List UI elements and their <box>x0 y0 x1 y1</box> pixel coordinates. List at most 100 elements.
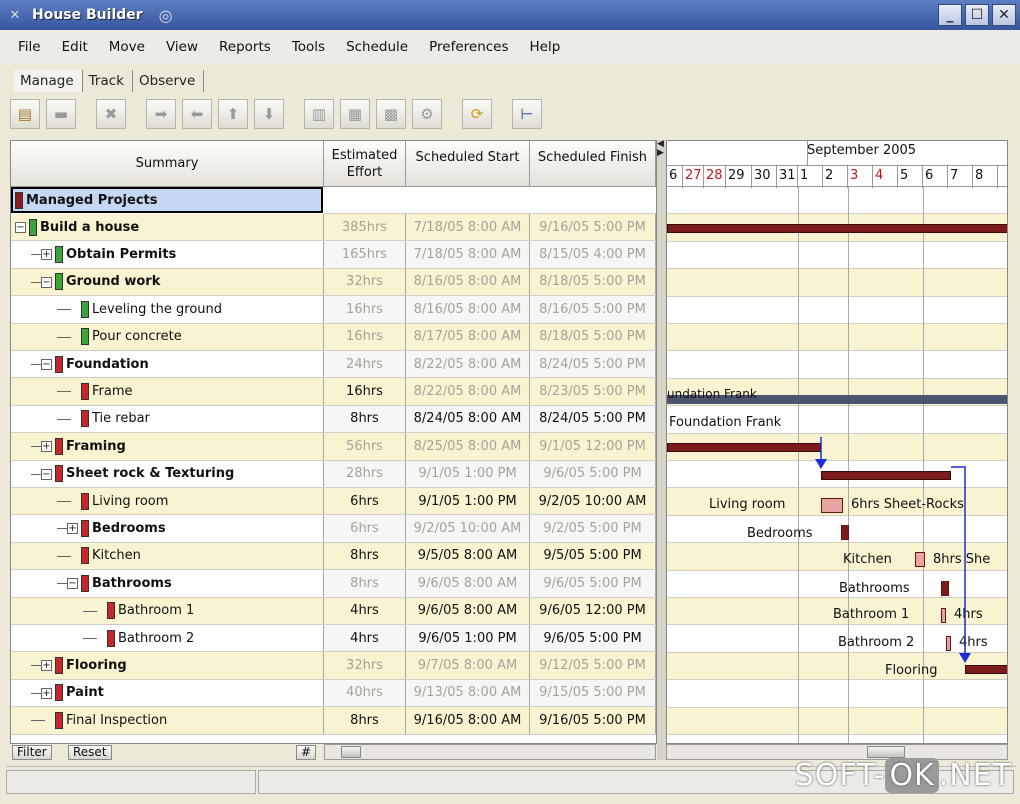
menu-reports[interactable]: Reports <box>219 39 271 55</box>
finish-cell: 9/6/05 12:00 PM <box>530 597 656 624</box>
start-cell: 8/22/05 8:00 AM <box>406 351 530 378</box>
task-name: Final Inspection <box>66 712 168 728</box>
summary-cell: + Paint <box>11 679 324 707</box>
column-header-summary[interactable]: Summary <box>11 141 324 187</box>
tree-connector <box>57 391 71 393</box>
table-scroll-thumb[interactable] <box>341 746 361 758</box>
watermark-ok: OK <box>885 758 939 793</box>
column-header-finish[interactable]: Scheduled Finish <box>530 141 656 187</box>
table-row[interactable]: − Sheet rock & Texturing 28hrs 9/1/05 1:00 … <box>11 460 656 488</box>
summary-cell: − Sheet rock & Texturing <box>11 460 324 487</box>
task-name: Obtain Permits <box>66 247 177 263</box>
summary-cell: Living room <box>11 488 324 515</box>
table-row[interactable]: + Bedrooms 6hrs 9/2/05 10:00 AM 9/2/05 5:00 … <box>11 515 656 543</box>
root-row[interactable]: Managed Projects <box>11 187 323 213</box>
close-button[interactable]: ✕ <box>992 4 1016 26</box>
table-row[interactable]: Frame 16hrs 8/22/05 8:00 AM 8/23/05 5:00 PM <box>11 378 656 406</box>
task-name: Sheet rock & Texturing <box>66 466 235 482</box>
table-scrollbar[interactable] <box>324 744 656 760</box>
column-chooser-button[interactable]: # <box>296 745 317 760</box>
column-header-effort[interactable]: Estimated Effort <box>324 141 406 187</box>
move-left-icon[interactable]: ⬅ <box>182 99 212 129</box>
minimize-button[interactable]: _ <box>938 4 962 26</box>
maximize-button[interactable]: ☐ <box>965 4 989 26</box>
delete-icon[interactable]: ✖ <box>96 99 126 129</box>
tab-observe[interactable]: Observe <box>133 70 205 92</box>
menu-help[interactable]: Help <box>530 39 561 55</box>
move-up-icon[interactable]: ⬆ <box>218 99 248 129</box>
menu-preferences[interactable]: Preferences <box>429 39 508 55</box>
move-right-icon[interactable]: ➡ <box>146 99 176 129</box>
effort-cell: 8hrs <box>324 405 406 433</box>
start-cell: 8/16/05 8:00 AM <box>406 268 530 296</box>
table-row[interactable]: − Foundation 24hrs 8/22/05 8:00 AM 8/24/05 5… <box>11 351 656 379</box>
flag-icon <box>55 465 63 483</box>
table-row[interactable]: Bathroom 1 4hrs 9/6/05 8:00 AM 9/6/05 12:00… <box>11 597 656 625</box>
start-cell: 8/25/05 8:00 AM <box>406 433 530 460</box>
finish-cell: 9/15/05 5:00 PM <box>530 679 656 707</box>
table-row[interactable]: + Paint 40hrs 9/13/05 8:00 AM 9/15/05 5:00 P… <box>11 679 656 708</box>
column-header-start[interactable]: Scheduled Start <box>406 141 530 187</box>
new-icon[interactable]: ▤ <box>10 99 40 129</box>
flag-icon <box>107 602 115 620</box>
gantt-scroll-thumb[interactable] <box>867 746 905 758</box>
collapse-icon[interactable]: − <box>41 276 52 288</box>
collapse-icon[interactable]: − <box>67 578 78 590</box>
menu-view[interactable]: View <box>166 39 198 55</box>
expand-icon[interactable]: + <box>67 523 78 535</box>
table-row[interactable]: Final Inspection 8hrs 9/16/05 8:00 AM 9/16/… <box>11 707 656 735</box>
expand-icon[interactable]: + <box>41 687 52 699</box>
table-row[interactable]: Bathroom 2 4hrs 9/6/05 1:00 PM 9/6/05 5:00 … <box>11 625 656 653</box>
cut-icon[interactable]: ▩ <box>376 99 406 129</box>
task-name: Build a house <box>40 219 140 235</box>
finish-cell: 8/16/05 5:00 PM <box>530 296 656 323</box>
collapse-icon[interactable]: − <box>41 359 52 370</box>
table-row[interactable]: − Build a house 385hrs 7/18/05 8:00 AM 9/16/… <box>11 214 656 242</box>
link-icon[interactable]: ⚙ <box>412 99 442 129</box>
open-icon[interactable]: ▬ <box>46 99 76 129</box>
expand-icon[interactable]: + <box>41 249 52 261</box>
table-row[interactable]: Pour concrete 16hrs 8/17/05 8:00 AM 8/18/05… <box>11 323 656 351</box>
table-row[interactable]: + Framing 56hrs 8/25/05 8:00 AM 9/1/05 12:00… <box>11 433 656 461</box>
finish-cell: 9/16/05 5:00 PM <box>530 707 656 734</box>
table-row[interactable]: Tie rebar 8hrs 8/24/05 8:00 AM 8/24/05 5:00… <box>11 405 656 434</box>
filter-button[interactable]: Filter <box>12 745 52 760</box>
refresh-icon[interactable]: ⟳ <box>462 99 492 129</box>
table-row[interactable]: Living room 6hrs 9/1/05 1:00 PM 9/2/05 10:0… <box>11 488 656 516</box>
table-row[interactable]: Leveling the ground 16hrs 8/16/05 8:00 AM 8… <box>11 296 656 324</box>
tab-track[interactable]: Track <box>83 70 133 92</box>
expand-icon[interactable]: + <box>41 441 52 453</box>
collapse-icon[interactable]: − <box>15 222 26 233</box>
copy-icon[interactable]: ▥ <box>304 99 334 129</box>
finish-cell: 8/23/05 5:00 PM <box>530 378 656 405</box>
tab-manage[interactable]: Manage <box>14 70 83 92</box>
table-row[interactable]: − Bathrooms 8hrs 9/6/05 8:00 AM 9/6/05 5:00 … <box>11 570 656 598</box>
flag-icon <box>107 629 115 647</box>
table-row[interactable]: + Flooring 32hrs 9/7/05 8:00 AM 9/12/05 5:00… <box>11 652 656 680</box>
paste-icon[interactable]: ▦ <box>340 99 370 129</box>
tree-icon[interactable]: ⊢ <box>512 99 542 129</box>
move-down-icon[interactable]: ⬇ <box>254 99 284 129</box>
root-label: Managed Projects <box>26 192 158 208</box>
menu-file[interactable]: File <box>18 39 41 55</box>
table-row[interactable]: + Obtain Permits 165hrs 7/18/05 8:00 AM 8/15… <box>11 241 656 269</box>
table-row[interactable]: Kitchen 8hrs 9/5/05 8:00 AM 9/5/05 5:00 PM <box>11 542 656 571</box>
menu-schedule[interactable]: Schedule <box>346 39 408 55</box>
tree-connector <box>83 638 97 639</box>
watermark-post: .NET <box>938 758 1012 793</box>
start-cell: 8/22/05 8:00 AM <box>406 378 530 405</box>
table-row[interactable]: − Ground work 32hrs 8/16/05 8:00 AM 8/18/05 … <box>11 268 656 297</box>
collapse-icon[interactable]: − <box>41 468 52 480</box>
expand-icon[interactable]: + <box>41 660 52 672</box>
effort-cell: 8hrs <box>324 542 406 570</box>
status-cell-1 <box>6 770 256 794</box>
flag-icon <box>81 410 89 428</box>
menu-move[interactable]: Move <box>109 39 145 55</box>
menu-tools[interactable]: Tools <box>292 39 325 55</box>
task-name: Paint <box>66 685 104 701</box>
start-cell: 9/1/05 1:00 PM <box>406 460 530 487</box>
collapse-right-icon[interactable]: ▶ <box>657 149 666 158</box>
menu-edit[interactable]: Edit <box>62 39 88 55</box>
reset-button[interactable]: Reset <box>68 745 112 760</box>
pane-splitter[interactable]: ◀ ▶ <box>657 140 666 760</box>
